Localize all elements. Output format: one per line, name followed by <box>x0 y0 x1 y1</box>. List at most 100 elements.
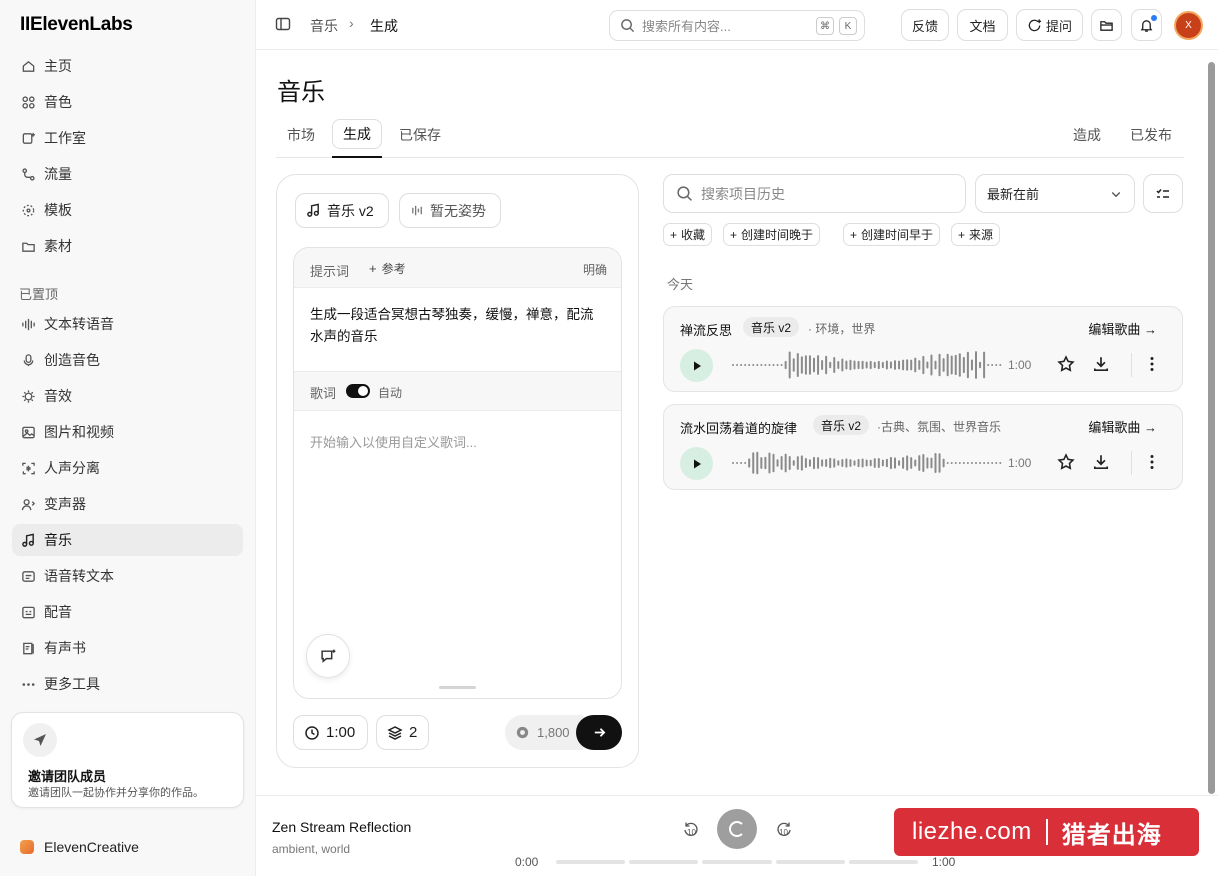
waveform[interactable] <box>732 349 1004 381</box>
explicit-toggle[interactable]: 明确 <box>583 261 607 278</box>
variants-button[interactable]: 2 <box>376 715 429 750</box>
nav-flows[interactable]: 流量 <box>12 158 243 190</box>
waveform-bar <box>889 456 892 470</box>
lyrics-auto-toggle[interactable] <box>346 384 370 398</box>
track-duration: 1:00 <box>1008 456 1032 470</box>
nav-templates[interactable]: 模板 <box>12 194 243 226</box>
nav-music[interactable]: 音乐 <box>12 524 243 556</box>
resize-handle[interactable] <box>439 686 476 689</box>
nav-studio[interactable]: 工作室 <box>12 122 243 154</box>
page-title: 音乐 <box>277 79 325 106</box>
track-card[interactable]: 流水回荡着道的旋律 音乐 v2 ·古典、氛围、世界音乐 编辑歌曲 → 1:00 <box>663 404 1183 490</box>
star-icon[interactable] <box>1057 355 1075 376</box>
play-pause-button[interactable] <box>717 809 757 849</box>
global-search-input[interactable]: 搜索所有内容... ⌘ K <box>609 10 865 41</box>
add-reference-button[interactable]: + 参考 <box>369 260 406 277</box>
waveform-bar <box>938 353 941 377</box>
ai-assist-button[interactable] <box>306 634 350 678</box>
reference-label: 参考 <box>381 262 406 276</box>
arrow-right-icon: → <box>1144 322 1157 337</box>
waveform-bar <box>918 360 921 370</box>
watermark-banner: liezhe.com 猎者出海 <box>894 808 1199 856</box>
notifications-button[interactable] <box>1131 9 1162 41</box>
nav-image-video[interactable]: 图片和视频 <box>12 416 243 448</box>
nav-stt[interactable]: 语音转文本 <box>12 560 243 592</box>
sidebar-toggle-icon[interactable] <box>275 16 291 35</box>
folder-button[interactable] <box>1091 9 1122 41</box>
play-button[interactable] <box>680 349 713 382</box>
download-icon[interactable] <box>1092 355 1110 376</box>
waveform-bar <box>821 359 824 371</box>
nav-sfx[interactable]: 音效 <box>12 380 243 412</box>
waveform-bar <box>962 356 965 374</box>
style-select-button[interactable]: 暂无姿势 <box>399 193 501 228</box>
chip-source[interactable]: + 来源 <box>951 223 1001 246</box>
waveform-bar <box>906 455 909 471</box>
nav-voice-design[interactable]: 创造音色 <box>12 344 243 376</box>
model-label: 音乐 v2 <box>327 202 374 219</box>
waveform-bar <box>841 459 844 467</box>
duration-button[interactable]: 1:00 <box>293 715 368 750</box>
nav-voice-isolator[interactable]: 人声分离 <box>12 452 243 484</box>
tab-generate[interactable]: 生成 <box>332 119 382 149</box>
more-options-icon[interactable] <box>1144 453 1160 474</box>
filter-button[interactable] <box>1143 174 1183 213</box>
waveform-bar <box>914 357 917 373</box>
model-select-button[interactable]: 音乐 v2 <box>295 193 389 228</box>
breadcrumb-music[interactable]: 音乐 <box>310 16 338 36</box>
chip-created-after[interactable]: + 创建时间晚于 <box>723 223 821 246</box>
edit-song-link[interactable]: 编辑歌曲 → <box>1088 417 1157 436</box>
tab-created[interactable]: 造成 <box>1073 125 1101 145</box>
plus-icon: + <box>850 227 858 242</box>
star-icon[interactable] <box>1057 453 1075 474</box>
nav-label: 主页 <box>44 58 72 74</box>
waveform-bar <box>841 358 844 372</box>
scrollbar[interactable] <box>1207 50 1216 794</box>
user-avatar[interactable]: X <box>1174 11 1203 40</box>
nav-tts[interactable]: 文本转语音 <box>12 308 243 340</box>
generate-button[interactable] <box>576 715 622 750</box>
play-icon <box>691 360 703 372</box>
nav-more-tools[interactable]: 更多工具 <box>12 668 243 700</box>
waveform[interactable] <box>732 447 1004 479</box>
waveform-bar <box>808 459 811 467</box>
nav-voices[interactable]: 音色 <box>12 86 243 118</box>
voices-icon <box>20 94 36 110</box>
music-note-icon <box>20 532 36 548</box>
track-card[interactable]: 禅流反思 音乐 v2 · 环境，世界 编辑歌曲 → 1:00 <box>663 306 1183 392</box>
edit-song-label: 编辑歌曲 <box>1088 322 1141 337</box>
waveform-bar <box>744 462 747 464</box>
download-icon[interactable] <box>1092 453 1110 474</box>
prompt-editor: 提示词 + 参考 明确 生成一段适合冥想古琴独奏，缓慢，禅意，配流水声的音乐 歌词… <box>293 247 622 699</box>
chip-favorites[interactable]: + 收藏 <box>663 223 713 246</box>
nav-audiobook[interactable]: 有声书 <box>12 632 243 664</box>
play-button[interactable] <box>680 447 713 480</box>
workspace-switcher[interactable]: ElevenCreative <box>20 839 139 855</box>
nav-label: 音效 <box>44 388 72 404</box>
sort-select[interactable]: 最新在前 <box>975 174 1135 213</box>
feedback-button[interactable]: 反馈 <box>901 9 949 41</box>
tab-marketplace[interactable]: 市场 <box>287 125 315 145</box>
tab-saved[interactable]: 已保存 <box>399 125 441 145</box>
nav-voice-changer[interactable]: 变声器 <box>12 488 243 520</box>
ask-button[interactable]: 提问 <box>1016 9 1083 41</box>
nav-home[interactable]: 主页 <box>12 50 243 82</box>
docs-button[interactable]: 文档 <box>957 9 1008 41</box>
invite-title: 邀请团队成员 <box>28 769 107 784</box>
nav-assets[interactable]: 素材 <box>12 230 243 262</box>
prompt-textarea[interactable]: 生成一段适合冥想古琴独奏，缓慢，禅意，配流水声的音乐 <box>310 304 606 348</box>
arrow-right-icon: → <box>1144 420 1157 435</box>
invite-members-card[interactable]: 邀请团队成员 邀请团队一起协作并分享你的作品。 <box>11 712 244 808</box>
more-options-icon[interactable] <box>1144 355 1160 376</box>
history-search-input[interactable]: 搜索项目历史 <box>663 174 966 213</box>
chip-created-before[interactable]: + 创建时间早于 <box>843 223 941 246</box>
waveform-bar <box>752 364 755 366</box>
scrollbar-thumb[interactable] <box>1208 62 1215 794</box>
brand-logo[interactable]: IIElevenLabs <box>20 14 133 36</box>
nav-dubbing[interactable]: 配音 <box>12 596 243 628</box>
tab-published[interactable]: 已发布 <box>1130 125 1172 145</box>
edit-song-link[interactable]: 编辑歌曲 → <box>1088 319 1157 338</box>
track-duration: 1:00 <box>1008 358 1032 372</box>
progress-bar[interactable] <box>556 860 919 864</box>
lyrics-textarea[interactable]: 开始输入以使用自定义歌词... <box>310 432 477 451</box>
